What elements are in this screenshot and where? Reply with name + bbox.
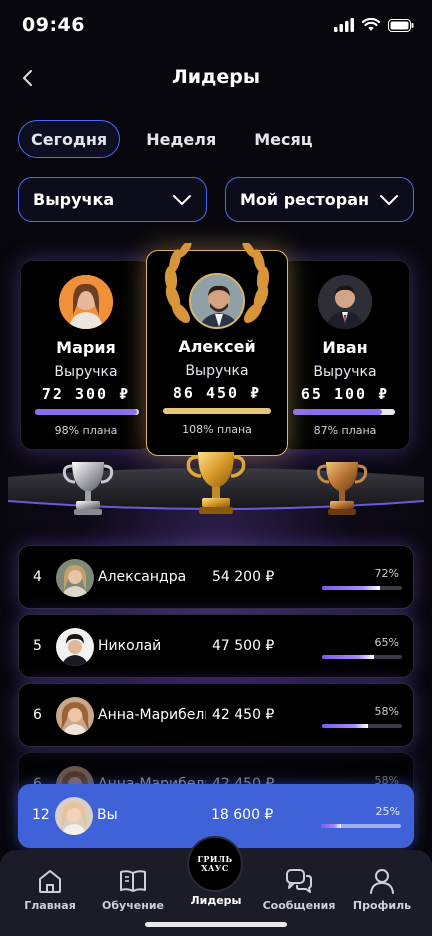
tab-today[interactable]: Сегодня: [18, 120, 121, 158]
scope-dropdown[interactable]: Мой ресторан: [225, 177, 414, 222]
row-rank: 4: [33, 569, 42, 585]
trophy-silver-icon: [62, 462, 114, 515]
book-icon: [120, 870, 146, 892]
row-progress-bar: [322, 586, 402, 590]
signal-icon: [334, 18, 354, 32]
podium-metric: Выручка: [54, 364, 118, 380]
leaderboard-row[interactable]: 6 Анна-Марибель 42 450 ₽ 58%: [18, 683, 414, 747]
podium-metric: Выручка: [185, 363, 249, 379]
home-indicator: [145, 922, 287, 927]
podium-name: Иван: [322, 338, 368, 357]
row-progress-fill: [321, 824, 341, 828]
chevron-down-icon: [380, 194, 398, 205]
row-name: Александра: [98, 569, 187, 585]
trophy-bronze-icon: [316, 462, 368, 515]
leaderboard-row[interactable]: 5 Николай 47 500 ₽ 65%: [18, 614, 414, 678]
podium-plan: 87% плана: [313, 424, 377, 437]
podium-progress-bar: [35, 409, 139, 415]
row-value: 54 200 ₽: [212, 569, 275, 585]
battery-icon: [388, 18, 414, 32]
nav-profile-label: Профиль: [352, 899, 412, 912]
row-name: Вы: [97, 807, 118, 823]
home-icon: [39, 870, 61, 893]
wifi-icon: [362, 18, 380, 31]
nav-messages-label: Сообщения: [262, 899, 336, 912]
row-progress-fill: [322, 724, 369, 728]
metric-dropdown-value: Выручка: [33, 190, 115, 209]
podium-card-third[interactable]: Иван Выручка 65 100 ₽ 87% плана: [280, 260, 410, 450]
tab-month[interactable]: Месяц: [242, 120, 324, 158]
row-value: 47 500 ₽: [212, 638, 275, 654]
period-tabs: Сегодня Неделя Месяц: [18, 120, 325, 158]
trophy-gold-icon: [186, 452, 246, 514]
podium-value: 65 100 ₽: [300, 385, 390, 403]
podium-card-first[interactable]: Алексей Выручка 86 450 ₽ 108% плана: [146, 243, 288, 456]
row-progress-fill: [322, 655, 374, 659]
row-percent: 58%: [374, 705, 399, 718]
avatar: [189, 273, 245, 329]
podium-progress-fill: [163, 408, 271, 414]
nav-profile[interactable]: Профиль: [340, 866, 424, 912]
nav-leaders[interactable]: Лидеры: [174, 894, 258, 907]
avatar: [59, 275, 113, 329]
row-rank: 6: [33, 707, 42, 723]
podium-name: Мария: [56, 338, 116, 357]
podium-progress-bar: [163, 408, 271, 414]
scope-dropdown-value: Мой ресторан: [240, 190, 370, 209]
podium-metric: Выручка: [313, 364, 377, 380]
nav-messages[interactable]: Сообщения: [257, 866, 341, 912]
avatar: [55, 797, 93, 835]
row-rank: 5: [33, 638, 42, 654]
row-percent: 72%: [374, 567, 399, 580]
row-value: 42 450 ₽: [212, 707, 275, 723]
status-bar: 09:46: [0, 0, 432, 50]
chat-icon: [286, 869, 312, 893]
podium-card-second[interactable]: Мария Выручка 72 300 ₽ 98% плана: [20, 260, 152, 450]
user-icon: [370, 869, 394, 894]
nav-learning[interactable]: Обучение: [91, 866, 175, 912]
nav-home[interactable]: Главная: [8, 866, 92, 912]
status-time: 09:46: [22, 14, 85, 36]
filters: Выручка Мой ресторан: [18, 177, 414, 222]
podium-plan: 98% плана: [54, 424, 118, 437]
row-rank: 12: [32, 807, 50, 823]
podium-progress-fill: [35, 409, 137, 415]
row-name: Анна-Марибель: [98, 707, 206, 723]
podium-value: 86 450 ₽: [172, 384, 262, 402]
brand-logo-button[interactable]: ГРИЛЬ ХАУС: [187, 836, 243, 892]
row-value: 18 600 ₽: [211, 807, 274, 823]
header: Лидеры: [0, 60, 432, 96]
row-progress-fill: [322, 586, 380, 590]
brand-logo-line2: ХАУС: [201, 863, 229, 873]
avatar: [318, 275, 372, 329]
avatar: [56, 559, 94, 597]
chevron-down-icon: [173, 194, 191, 205]
row-progress-bar: [322, 724, 402, 728]
row-progress-bar: [322, 655, 402, 659]
row-progress-bar: [321, 824, 401, 828]
row-name: Николай: [98, 638, 162, 654]
nav-home-label: Главная: [24, 899, 76, 912]
tab-week[interactable]: Неделя: [134, 120, 228, 158]
row-percent: 65%: [374, 636, 399, 649]
podium-plan: 108% плана: [182, 423, 252, 436]
podium-progress-bar: [293, 409, 395, 415]
podium-value: 72 300 ₽: [41, 385, 131, 403]
metric-dropdown[interactable]: Выручка: [18, 177, 207, 222]
status-icons: [334, 18, 414, 32]
avatar: [56, 628, 94, 666]
nav-learning-label: Обучение: [102, 899, 164, 912]
podium-progress-fill: [293, 409, 382, 415]
podium-name: Алексей: [178, 337, 256, 356]
row-percent: 25%: [375, 805, 400, 818]
page-title: Лидеры: [171, 66, 261, 88]
avatar: [56, 697, 94, 735]
leaderboard-row[interactable]: 4 Александра 54 200 ₽ 72%: [18, 545, 414, 609]
nav-leaders-label: Лидеры: [190, 894, 242, 907]
